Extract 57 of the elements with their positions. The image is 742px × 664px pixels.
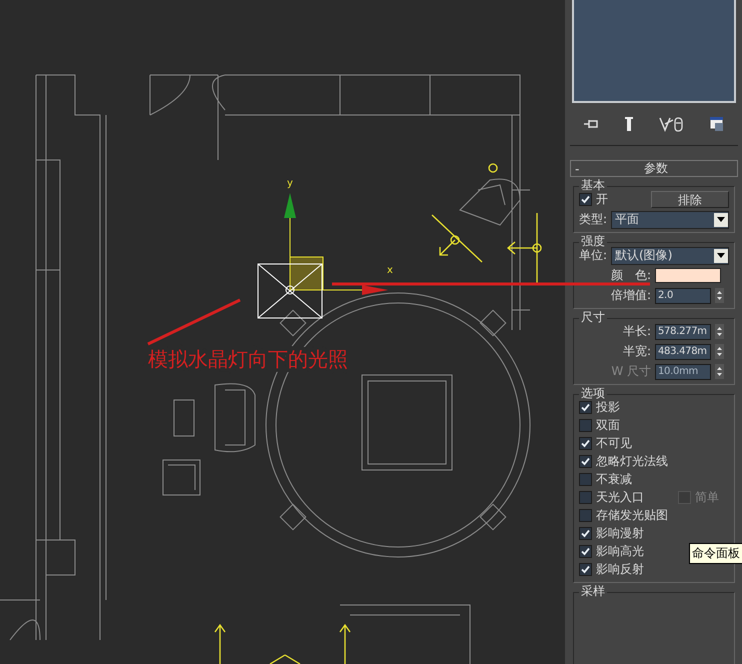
field-label: 倍增值: bbox=[610, 287, 651, 304]
checkbox[interactable] bbox=[579, 401, 592, 414]
checkbox[interactable] bbox=[579, 491, 592, 504]
axis-label: y bbox=[287, 178, 293, 189]
field-label: 半长: bbox=[622, 323, 651, 340]
field-label: W 尺寸 bbox=[610, 363, 651, 380]
checkbox-label: 存储发光贴图 bbox=[596, 507, 668, 524]
rollout-title: 参数 bbox=[643, 160, 670, 177]
spinner-icon[interactable] bbox=[715, 324, 724, 339]
checkbox-label: 不可见 bbox=[596, 435, 632, 452]
checkbox-label: 开 bbox=[596, 191, 608, 208]
caret-icon[interactable] bbox=[714, 212, 728, 226]
exclude-button[interactable]: 排除 bbox=[651, 191, 729, 208]
field-label: 类型: bbox=[579, 211, 608, 228]
size-field[interactable]: 578.277m bbox=[655, 324, 711, 340]
checkbox[interactable] bbox=[579, 193, 592, 206]
bar-icon[interactable] bbox=[625, 116, 633, 132]
spinner-icon[interactable] bbox=[715, 344, 724, 359]
type-dropdown[interactable]: 平面 bbox=[611, 210, 729, 228]
checkbox-label: 忽略灯光法线 bbox=[596, 453, 668, 470]
checkbox-label: 投影 bbox=[596, 399, 620, 416]
spinner-icon[interactable] bbox=[715, 364, 724, 379]
checkbox[interactable] bbox=[579, 455, 592, 468]
checkbox[interactable] bbox=[579, 527, 592, 540]
spinner-icon[interactable] bbox=[715, 288, 724, 303]
group-title: 选项 bbox=[579, 386, 607, 400]
color-swatch[interactable] bbox=[655, 268, 721, 283]
checkbox-label: 影响高光 bbox=[596, 543, 644, 560]
group-title: 尺寸 bbox=[579, 310, 607, 324]
tooltip: 命令面板 bbox=[689, 543, 742, 564]
checkbox[interactable] bbox=[579, 509, 592, 522]
collapse-sign[interactable]: - bbox=[575, 162, 580, 176]
checkbox[interactable] bbox=[579, 563, 592, 576]
field-label: 半宽: bbox=[622, 343, 651, 360]
checkbox[interactable] bbox=[579, 437, 592, 450]
checkbox[interactable] bbox=[579, 419, 592, 432]
checkbox-label: 不衰减 bbox=[596, 471, 632, 488]
checkbox-label: 影响反射 bbox=[596, 561, 644, 578]
checkbox[interactable] bbox=[579, 545, 592, 558]
group-title: 基本 bbox=[579, 178, 607, 192]
caret-icon[interactable] bbox=[714, 248, 728, 262]
checkbox[interactable] bbox=[579, 473, 592, 486]
group-title: 强度 bbox=[579, 234, 607, 248]
multiplier-field[interactable]: 2.0 bbox=[655, 288, 711, 304]
checkbox-label: 简单 bbox=[695, 489, 719, 506]
unit-dropdown[interactable]: 默认(图像) bbox=[611, 246, 729, 264]
field-label: 单位: bbox=[579, 247, 608, 264]
size-field[interactable]: 483.478m bbox=[655, 344, 711, 360]
checkbox-label: 双面 bbox=[596, 417, 620, 434]
field-label: 颜 色: bbox=[610, 267, 651, 284]
rollout-header[interactable]: - 参数 bbox=[570, 160, 738, 177]
group-title: 采样 bbox=[579, 584, 607, 598]
checkbox-label: 影响漫射 bbox=[596, 525, 644, 542]
checkbox-label: 天光入口 bbox=[596, 489, 644, 506]
monitor-icon[interactable] bbox=[709, 116, 725, 132]
axis-label: x bbox=[387, 265, 393, 276]
pin-icon[interactable] bbox=[583, 117, 599, 131]
